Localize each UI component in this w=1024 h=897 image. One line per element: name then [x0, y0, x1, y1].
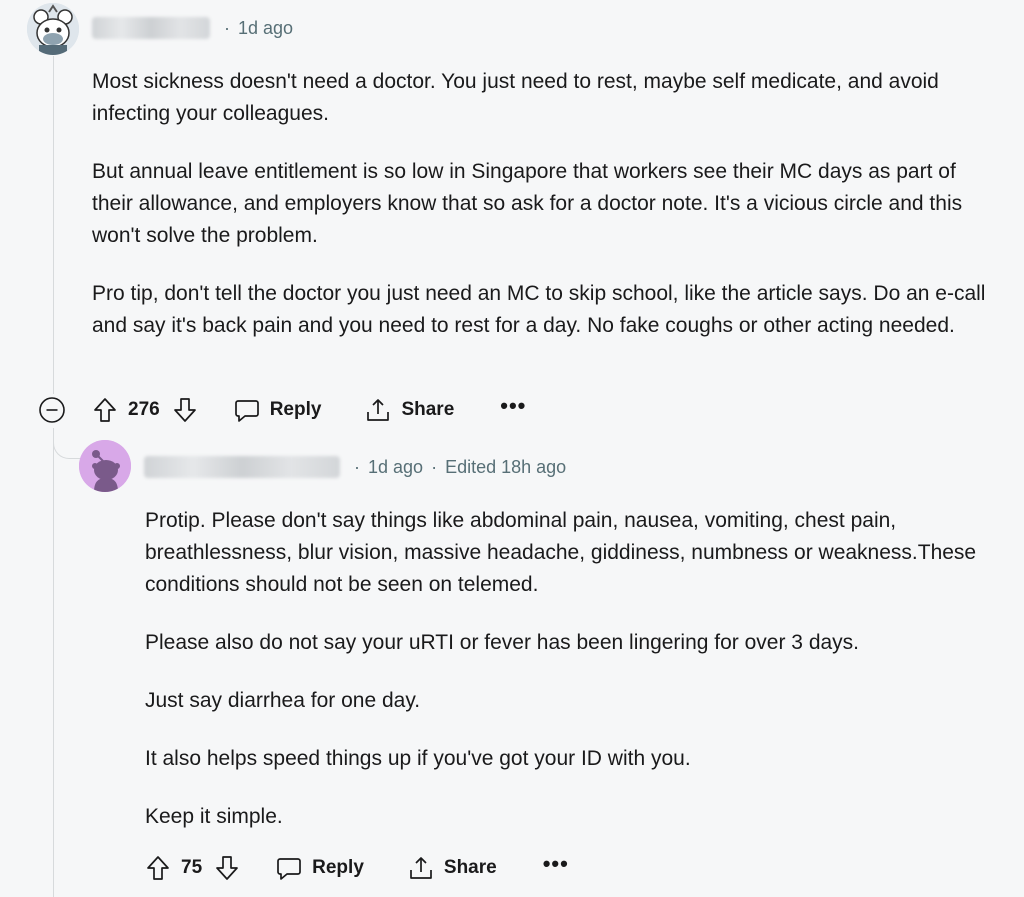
reply-label: Reply	[269, 399, 322, 420]
arrow-up-icon	[147, 856, 169, 880]
vote-count: 75	[181, 857, 203, 878]
share-icon	[410, 857, 432, 879]
comment-body: Most sickness doesn't need a doctor. You…	[92, 66, 1002, 368]
arrow-down-icon	[216, 856, 238, 880]
reply-avatar[interactable]	[79, 440, 131, 492]
share-label: Share	[401, 399, 455, 420]
timestamp[interactable]: 1d ago	[238, 18, 293, 39]
reply-paragraph: Please also do not say your uRTI or feve…	[145, 631, 860, 654]
reply-actions: 75 Reply Share •••	[145, 852, 569, 884]
downvote-button[interactable]	[214, 854, 240, 882]
meta-separator: ·	[431, 456, 438, 477]
edited-label: Edited 18h ago	[445, 456, 567, 477]
default-snoo-avatar-icon	[79, 440, 131, 492]
reply-meta: · 1d ago · Edited 18h ago	[144, 456, 566, 478]
reply-paragraph: Just say diarrhea for one day.	[145, 689, 421, 712]
comment-paragraph: But annual leave entitlement is so low i…	[92, 160, 963, 247]
timestamp[interactable]: 1d ago	[368, 457, 423, 478]
reply-button[interactable]: Reply	[234, 397, 322, 423]
reply-paragraph: Protip. Please don't say things like abd…	[145, 509, 977, 596]
reply-paragraph: Keep it simple.	[145, 805, 283, 828]
reply-label: Reply	[312, 857, 364, 878]
arrow-down-icon	[173, 398, 196, 422]
minus-circle-icon	[39, 397, 65, 423]
avatar[interactable]	[27, 3, 79, 55]
arrow-up-icon	[94, 398, 116, 422]
speech-bubble-icon	[277, 858, 301, 880]
share-icon	[367, 399, 390, 421]
thread-line[interactable]	[53, 56, 54, 394]
share-label: Share	[443, 857, 497, 878]
comment-meta: · 1d ago	[92, 17, 293, 39]
snoo-avatar-icon	[27, 3, 79, 55]
collapse-button[interactable]	[38, 396, 66, 424]
username-redacted[interactable]	[92, 17, 210, 39]
comment-thread: · 1d ago Most sickness doesn't need a do…	[0, 0, 1024, 897]
downvote-button[interactable]	[172, 396, 198, 424]
reply-paragraph: It also helps speed things up if you've …	[145, 747, 691, 770]
upvote-button[interactable]	[92, 396, 118, 424]
share-button[interactable]: Share	[365, 397, 454, 423]
thread-line-lower[interactable]	[53, 428, 54, 897]
ellipsis-icon: •••	[500, 393, 527, 418]
ellipsis-icon: •••	[542, 851, 569, 876]
comment-actions: 276 Reply Share •••	[38, 394, 526, 426]
username-redacted[interactable]	[144, 456, 340, 478]
comment-paragraph: Most sickness doesn't need a doctor. You…	[92, 70, 939, 125]
upvote-button[interactable]	[145, 854, 171, 882]
meta-separator: ·	[224, 17, 230, 38]
speech-bubble-icon	[234, 400, 259, 422]
reply-button[interactable]: Reply	[276, 855, 364, 881]
share-button[interactable]: Share	[408, 855, 497, 881]
comment-paragraph: Pro tip, don't tell the doctor you just …	[92, 282, 986, 337]
more-options-button[interactable]: •••	[500, 393, 527, 419]
meta-separator: ·	[354, 456, 360, 477]
more-options-button[interactable]: •••	[542, 851, 569, 877]
vote-count: 276	[128, 399, 160, 420]
reply-body: Protip. Please don't say things like abd…	[145, 505, 1005, 859]
reply-connector	[53, 428, 82, 459]
